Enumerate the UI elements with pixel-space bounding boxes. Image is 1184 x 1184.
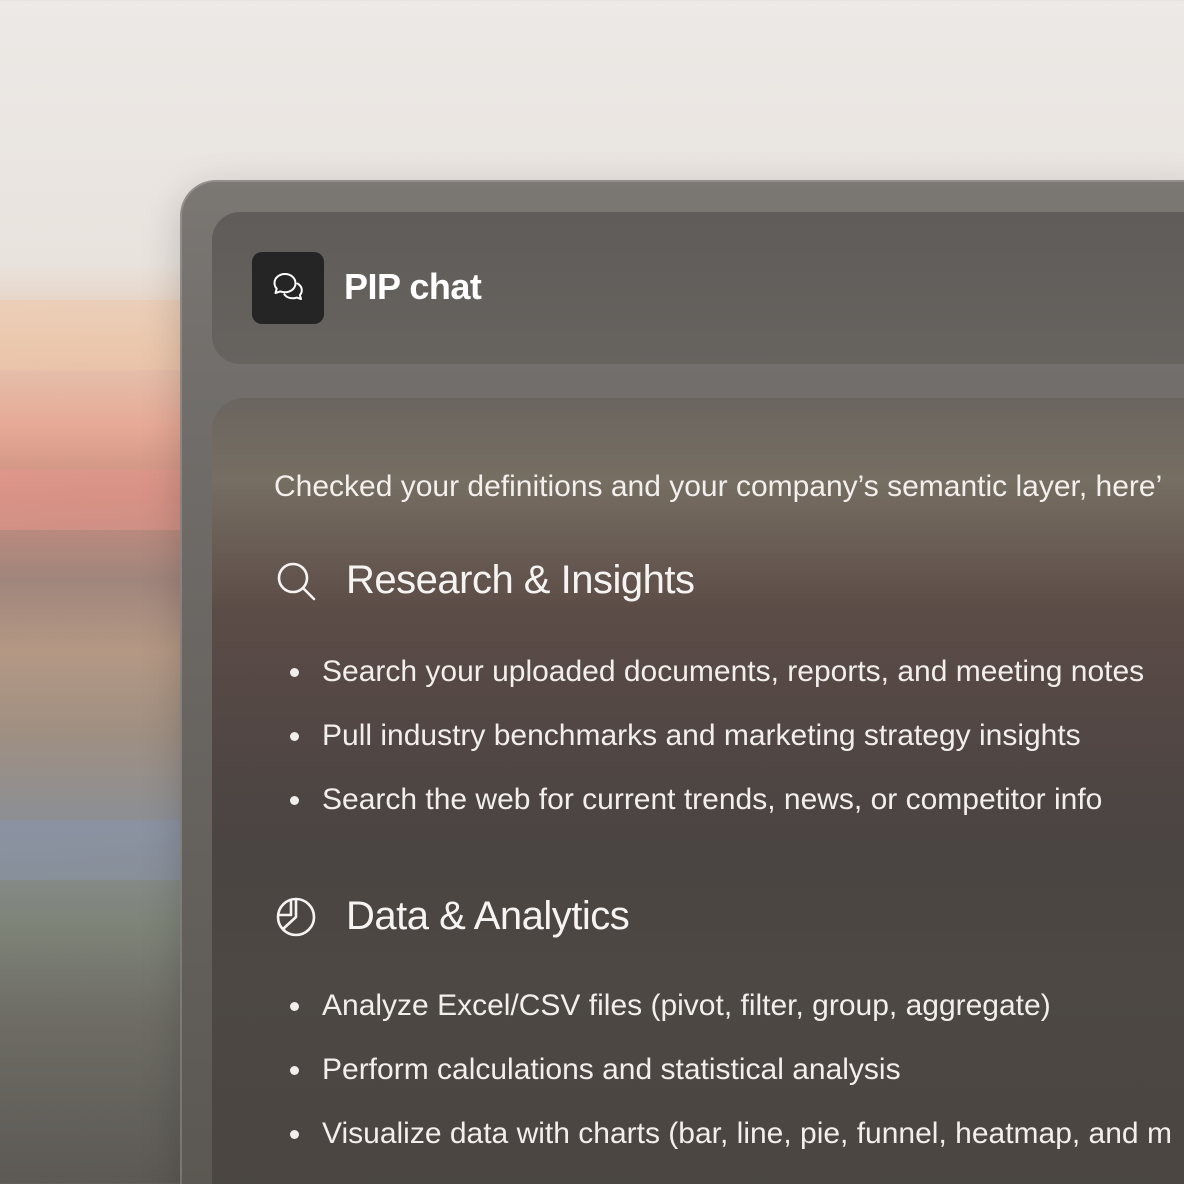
research-list: Search your uploaded documents, reports,…	[290, 652, 1144, 844]
app-logo[interactable]	[252, 252, 324, 324]
list-item: Pull industry benchmarks and marketing s…	[290, 716, 1144, 780]
chat-message: Checked your definitions and your compan…	[212, 398, 1184, 1184]
section-header-research: Research & Insights	[274, 558, 695, 603]
app-title: PIP chat	[344, 266, 482, 307]
list-item: Search your uploaded documents, reports,…	[290, 652, 1144, 716]
list-item: Visualize data with charts (bar, line, p…	[290, 1114, 1172, 1178]
analytics-list: Analyze Excel/CSV files (pivot, filter, …	[290, 986, 1172, 1178]
chat-bubbles-icon	[273, 273, 303, 300]
message-intro: Checked your definitions and your compan…	[274, 470, 1163, 503]
section-header-analytics: Data & Analytics	[274, 894, 630, 939]
list-item: Analyze Excel/CSV files (pivot, filter, …	[290, 986, 1172, 1050]
section-title: Research & Insights	[346, 558, 695, 602]
list-item: Search the web for current trends, news,…	[290, 780, 1144, 844]
pie-chart-icon	[276, 897, 316, 936]
chat-header: PIP chat	[212, 212, 1184, 364]
list-item: Perform calculations and statistical ana…	[290, 1050, 1172, 1114]
chat-window: PIP chat Checked your definitions and yo…	[180, 180, 1184, 1184]
search-icon	[277, 562, 316, 600]
section-title: Data & Analytics	[346, 894, 630, 938]
